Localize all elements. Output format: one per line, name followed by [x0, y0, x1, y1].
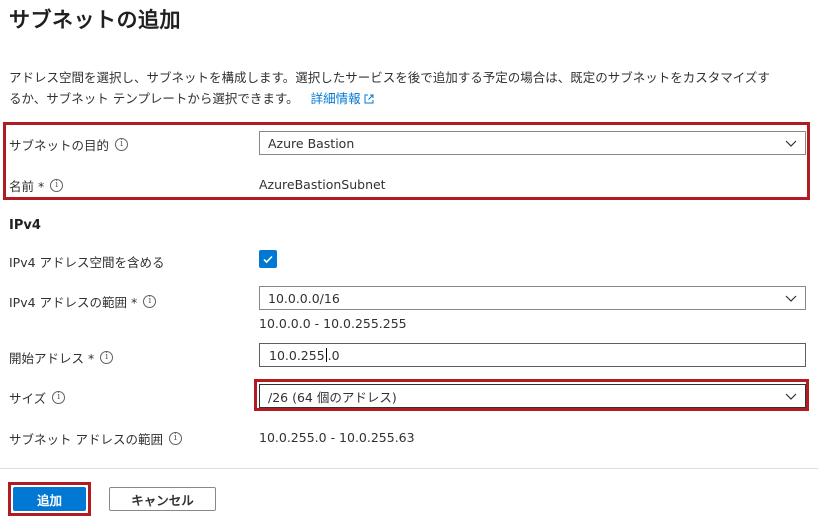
name-value: AzureBastionSubnet [259, 177, 386, 192]
add-button[interactable]: 追加 [13, 487, 86, 511]
subnet-purpose-dropdown[interactable]: Azure Bastion [259, 131, 806, 155]
text-caret [325, 348, 327, 362]
subnet-purpose-value: Azure Bastion [268, 135, 355, 151]
subnet-purpose-label-text: サブネットの目的 [9, 138, 110, 153]
learn-more-label: 詳細情報 [310, 91, 361, 106]
info-icon[interactable]: i [100, 351, 114, 364]
subnet-range-label: サブネット アドレスの範囲 i [9, 429, 182, 448]
start-address-label: 開始アドレス * i [9, 348, 114, 367]
description-line-2-text: るか、サブネット テンプレートから選択できます。 [9, 91, 299, 106]
name-label-text: 名前 * [9, 179, 45, 194]
footer-divider [0, 468, 818, 469]
name-label: 名前 * i [9, 176, 64, 195]
page-description: アドレス空間を選択し、サブネットを構成します。選択したサービスを後で追加する予定… [9, 67, 809, 109]
info-icon[interactable]: i [52, 391, 66, 404]
description-line-1: アドレス空間を選択し、サブネットを構成します。選択したサービスを後で追加する予定… [9, 70, 770, 85]
info-icon[interactable]: i [143, 295, 157, 308]
include-ipv4-label-text: IPv4 アドレス空間を含める [9, 255, 165, 270]
size-label: サイズ i [9, 388, 66, 407]
include-ipv4-label: IPv4 アドレス空間を含める [9, 252, 165, 271]
cancel-button[interactable]: キャンセル [109, 487, 216, 511]
start-address-label-text: 開始アドレス * [9, 351, 95, 366]
include-ipv4-checkbox[interactable] [259, 250, 277, 268]
size-dropdown[interactable]: /26 (64 個のアドレス) [259, 384, 806, 408]
ipv4-range-value: 10.0.0.0/16 [268, 290, 340, 306]
external-link-icon [364, 94, 374, 104]
ipv4-range-dropdown[interactable]: 10.0.0.0/16 [259, 286, 806, 310]
ipv4-range-hint: 10.0.0.0 - 10.0.255.255 [259, 316, 407, 331]
ipv4-range-label-text: IPv4 アドレスの範囲 * [9, 295, 138, 310]
checkmark-icon [263, 255, 273, 264]
ipv4-range-label: IPv4 アドレスの範囲 * i [9, 292, 157, 311]
subnet-range-value: 10.0.255.0 - 10.0.255.63 [259, 430, 415, 445]
subnet-range-label-text: サブネット アドレスの範囲 [9, 432, 163, 447]
start-address-input[interactable]: 10.0.255.0 [259, 343, 806, 367]
ipv4-section-title: IPv4 [9, 218, 41, 233]
size-value: /26 (64 個のアドレス) [268, 389, 397, 405]
size-label-text: サイズ [9, 391, 47, 406]
start-address-value-a: 10.0.255 [269, 347, 325, 363]
info-icon[interactable]: i [115, 138, 129, 151]
learn-more-link[interactable]: 詳細情報 [311, 91, 374, 106]
subnet-purpose-label: サブネットの目的 i [9, 135, 129, 154]
start-address-value-b: .0 [327, 347, 340, 363]
info-icon[interactable]: i [50, 179, 64, 192]
page-title: サブネットの追加 [9, 8, 181, 32]
description-line-2: るか、サブネット テンプレートから選択できます。 詳細情報 [9, 88, 809, 109]
info-icon[interactable]: i [168, 432, 182, 445]
chevron-down-icon [785, 140, 797, 147]
chevron-down-icon [785, 393, 797, 400]
chevron-down-icon [785, 295, 797, 302]
